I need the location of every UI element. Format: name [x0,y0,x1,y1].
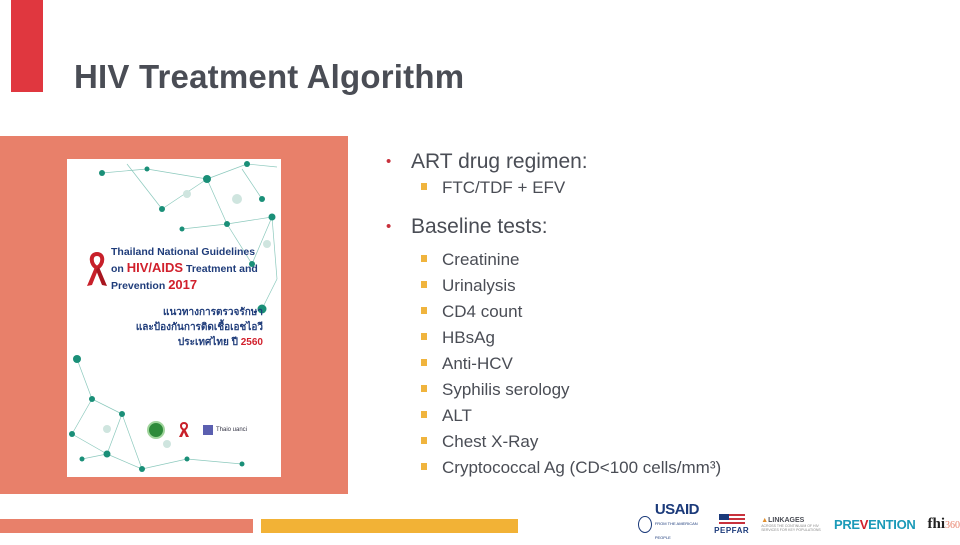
square-bullet-icon [421,359,427,366]
list-item: Syphilis serology [421,380,721,406]
list-item: ALT [421,406,721,432]
partner-logos: USAID FROM THE AMERICAN PEOPLE PEPFAR ▲LI… [638,502,960,540]
section-heading: • Baseline tests: [386,215,548,238]
footer-bar-salmon [0,519,253,533]
list-item: Creatinine [421,250,721,276]
square-bullet-icon [421,463,427,470]
cover-english-title: Thailand National Guidelines on HIV/AIDS… [111,246,258,292]
image-panel: Thailand National Guidelines on HIV/AIDS… [0,136,348,494]
usaid-logo: USAID FROM THE AMERICAN PEOPLE [638,502,702,545]
pepfar-logo: PEPFAR [714,513,749,535]
square-bullet-icon [421,385,427,392]
moph-logo [147,421,165,439]
thai-council-logo: Thaio uanci [203,425,247,435]
square-bullet-icon [421,437,427,444]
us-flag-icon [718,513,745,526]
square-bullet-icon [421,255,427,262]
list-item: FTC/TDF + EFV [421,178,721,204]
square-bullet-icon [421,411,427,418]
cover-logos: Thaio uanci [147,421,247,439]
list-item: HBsAg [421,328,721,354]
guideline-cover-image: Thailand National Guidelines on HIV/AIDS… [67,159,281,477]
red-ribbon-icon [87,252,107,286]
list-item: Anti-HCV [421,354,721,380]
ribbon-logo [179,422,189,437]
title-accent-bar [11,0,43,92]
square-bullet-icon [421,307,427,314]
list-item: Cryptococcal Ag (CD<100 cells/mm³) [421,458,721,484]
square-bullet-icon [421,333,427,340]
square-bullet-icon [421,281,427,288]
linkages-logo: ▲LINKAGES ACROSS THE CONTINUUM OF HIV SE… [761,516,821,532]
content-bullets: • ART drug regimen: FTC/TDF + EFV • Baseli… [386,150,721,484]
slide-title: HIV Treatment Algorithm [74,58,465,95]
bullet-icon: • [386,153,392,170]
list-item: Urinalysis [421,276,721,302]
prevention-logo: PREVENTION [833,516,916,532]
section-heading: • ART drug regimen: [386,150,588,173]
list-item: CD4 count [421,302,721,328]
usaid-seal-icon [638,515,652,533]
cover-thai-title: แนวทางการตรวจรักษา และป้องกันการติดเชื้อ… [135,307,263,348]
bullet-icon: • [386,218,392,235]
footer-bar-gold [261,519,518,533]
list-item: Chest X-Ray [421,432,721,458]
square-bullet-icon [421,183,427,190]
fhi360-logo: fhi360 [927,515,960,532]
